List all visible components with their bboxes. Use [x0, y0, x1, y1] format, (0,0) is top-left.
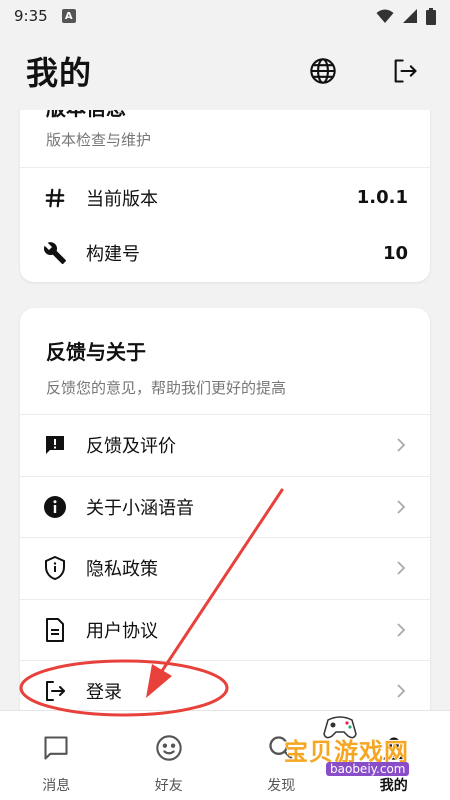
info-icon [42, 494, 68, 520]
logout-icon [394, 59, 417, 83]
about-app-row[interactable]: 关于小涵语音 [20, 475, 430, 538]
battery-icon [426, 7, 436, 25]
watermark: 宝贝游戏网 baobeiy.com [270, 714, 420, 780]
status-icons [376, 7, 436, 25]
row-label: 构建号 [86, 244, 140, 265]
card-title: 反馈与关于 [46, 340, 146, 364]
feedback-rating-row[interactable]: 反馈及评价 [20, 414, 430, 476]
current-version-row: 当前版本 1.0.1 [20, 167, 430, 227]
language-button[interactable] [308, 56, 338, 86]
page-title: 我的 [26, 54, 93, 92]
message-icon [41, 733, 71, 763]
card-title: 版本信息 [46, 110, 404, 121]
hash-icon [42, 185, 68, 211]
nav-label: 消息 [42, 778, 71, 794]
row-label: 关于小涵语音 [86, 497, 194, 519]
row-label: 当前版本 [86, 188, 158, 210]
settings-scroll[interactable]: 版本信息 版本检查与维护 当前版本 1.0.1 构建号 10 反馈与关于 反馈您… [0, 110, 450, 710]
wrench-icon [42, 240, 68, 266]
row-label: 用户协议 [86, 620, 158, 642]
card-subtitle: 版本检查与维护 [46, 131, 152, 149]
chevron-right-icon [394, 438, 408, 452]
build-number-row: 构建号 10 [20, 227, 430, 279]
status-time: 9:35 [14, 7, 48, 25]
card-subtitle: 反馈您的意见，帮助我们更好的提高 [46, 379, 287, 397]
build-value: 10 [382, 242, 408, 264]
feedback-about-card: 反馈与关于 反馈您的意见，帮助我们更好的提高 反馈及评价 关于小涵语音 隐私政策 [20, 308, 430, 710]
version-info-card: 版本信息 版本检查与维护 当前版本 1.0.1 构建号 10 [20, 110, 430, 282]
watermark-url: baobeiy.com [326, 762, 410, 776]
signal-icon [403, 9, 417, 23]
status-bar: 9:35 A [0, 0, 450, 32]
nav-friends[interactable]: 好友 [113, 711, 226, 800]
feedback-icon [42, 432, 68, 458]
chevron-right-icon [394, 684, 408, 698]
chevron-right-icon [394, 623, 408, 637]
smile-icon [154, 733, 184, 763]
version-value: 1.0.1 [356, 187, 408, 208]
globe-icon [310, 58, 336, 84]
shield-icon [42, 555, 68, 581]
row-label: 隐私政策 [86, 559, 158, 581]
logout-button[interactable] [390, 56, 420, 86]
row-label: 登录 [86, 682, 122, 704]
login-row[interactable]: 登录 [20, 660, 430, 710]
chevron-right-icon [394, 500, 408, 514]
login-icon [42, 678, 68, 704]
notification-badge: A [61, 9, 76, 23]
user-agreement-row[interactable]: 用户协议 [20, 598, 430, 661]
row-label: 反馈及评价 [86, 436, 176, 458]
document-icon [42, 617, 68, 643]
top-app-bar: 我的 [0, 32, 450, 110]
chevron-right-icon [394, 561, 408, 575]
wifi-icon [376, 9, 394, 23]
privacy-policy-row[interactable]: 隐私政策 [20, 537, 430, 599]
nav-messages[interactable]: 消息 [0, 711, 113, 800]
nav-label: 好友 [154, 778, 183, 794]
